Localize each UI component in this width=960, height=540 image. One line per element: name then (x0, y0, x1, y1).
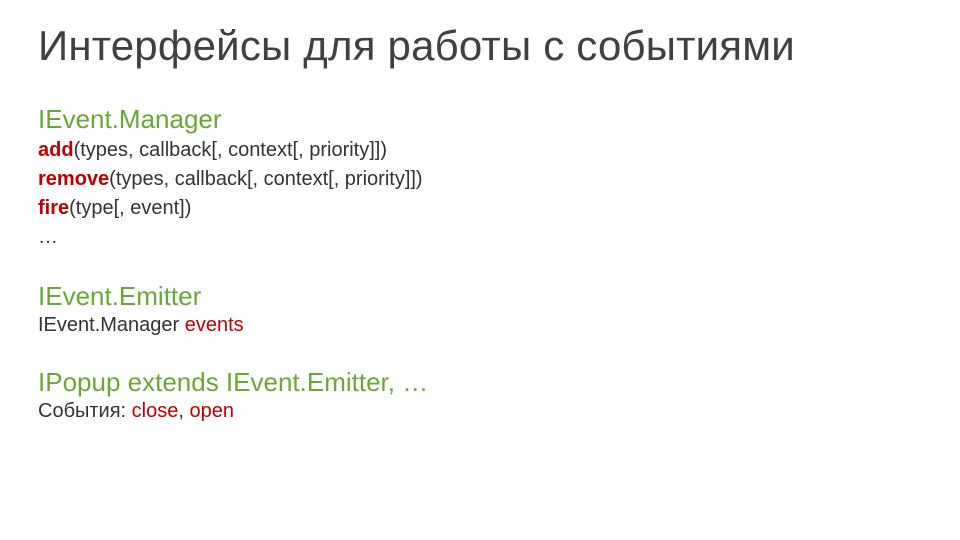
spacer-2 (38, 337, 922, 367)
method-sig-remove: (types, callback[, context[, priority]]) (109, 168, 422, 190)
section-heading-ipopup: IPopup extends IEvent.Emitter, … (38, 367, 922, 398)
method-add: add(types, callback[, context[, priority… (38, 137, 922, 164)
methods-ellipsis: … (38, 224, 922, 251)
ipopup-events-sep: , (178, 400, 189, 422)
method-name-fire: fire (38, 197, 69, 219)
ipopup-event-close: close (132, 400, 179, 422)
method-remove: remove(types, callback[, context[, prior… (38, 166, 922, 193)
ipopup-events-label: События: (38, 400, 132, 422)
method-name-add: add (38, 139, 74, 161)
ieventemitter-line: IEvent.Manager events (38, 314, 922, 337)
page-title: Интерфейсы для работы с событиями (38, 22, 922, 70)
method-name-remove: remove (38, 168, 109, 190)
spacer (38, 251, 922, 281)
ieventemitter-line-prefix: IEvent.Manager (38, 314, 185, 336)
ipopup-events-line: События: close, open (38, 400, 922, 423)
slide: Интерфейсы для работы с событиями IEvent… (0, 0, 960, 540)
ipopup-event-open: open (190, 400, 235, 422)
method-sig-add: (types, callback[, context[, priority]]) (74, 139, 387, 161)
section-heading-ieventmanager: IEvent.Manager (38, 104, 922, 135)
method-fire: fire(type[, event]) (38, 195, 922, 222)
method-sig-fire: (type[, event]) (69, 197, 191, 219)
ieventemitter-line-keyword: events (185, 314, 244, 336)
section-heading-ieventemitter: IEvent.Emitter (38, 281, 922, 312)
